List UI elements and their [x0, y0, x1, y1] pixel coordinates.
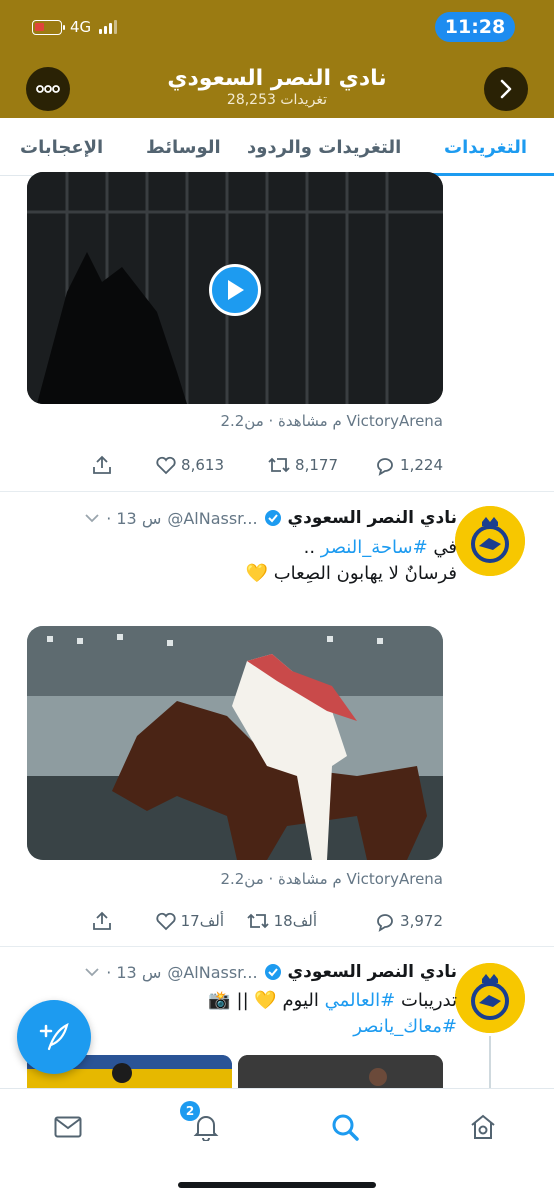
play-icon: [228, 280, 244, 300]
tweet-text: فرسانٌ لا يهابون الصِعاب 💛: [245, 563, 457, 584]
club-logo-icon: [455, 506, 525, 576]
author-name[interactable]: نادي النصر السعودي: [288, 508, 457, 528]
tweet-divider: [0, 491, 554, 492]
profile-name: نادي النصر السعودي: [167, 66, 387, 91]
tweet2-text: في #ساحة_النصر .. فرسانٌ لا يهابون الصِع…: [37, 535, 457, 587]
reply-icon: [377, 458, 393, 476]
profile-tabs: التغريدات التغريدات والردود الوسائط الإع…: [0, 118, 554, 176]
hashtag-link[interactable]: #معاك_يانصر: [353, 1016, 457, 1037]
status-time: 11:28: [435, 12, 515, 42]
verified-icon: [264, 510, 281, 526]
search-tab[interactable]: [325, 1107, 365, 1147]
photo-thumbnail: [238, 1055, 443, 1088]
tweet1-actions: 1,224 8,177 8,613: [27, 454, 443, 480]
tweet-divider: [0, 946, 554, 947]
retweet-icon: [268, 457, 290, 473]
thread-line: [489, 1036, 491, 1088]
tweet3-text: تدريبات #العالمي اليوم 💛 || 📸 #معاك_يانص…: [37, 988, 457, 1040]
network-label: 4G: [70, 18, 92, 36]
tab-tweets[interactable]: التغريدات: [444, 118, 527, 176]
signal-icon: [99, 20, 118, 34]
author-handle[interactable]: @AlNassr...: [167, 509, 257, 528]
author-name[interactable]: نادي النصر السعودي: [288, 962, 457, 982]
tweet3-photo[interactable]: [238, 1055, 443, 1088]
reply-count: 3,972: [400, 912, 443, 930]
tab-media[interactable]: الوسائط: [146, 118, 221, 176]
reply-count: 1,224: [400, 456, 443, 474]
tweet3-header: نادي النصر السعودي @AlNassr... · 13 س: [27, 962, 457, 982]
search-icon: [332, 1114, 359, 1141]
hashtag-link[interactable]: #العالمي: [325, 990, 396, 1011]
tab-tweets-replies[interactable]: التغريدات والردود: [247, 118, 401, 176]
reply-button[interactable]: 1,224: [374, 454, 443, 476]
retweet-button[interactable]: 18ألف: [246, 910, 317, 932]
tab-likes[interactable]: الإعجابات: [20, 118, 103, 176]
video-thumbnail: [27, 626, 443, 860]
tweet2-header: نادي النصر السعودي @AlNassr... · 13 س: [27, 508, 457, 528]
share-button[interactable]: [91, 910, 113, 932]
verified-icon: [264, 964, 281, 980]
heart-icon: [156, 456, 176, 475]
compose-tweet-button[interactable]: [17, 1000, 91, 1074]
tweet2-views: 2.2م مشاهدة · من VictoryArena: [220, 870, 443, 888]
back-button[interactable]: [484, 67, 528, 111]
home-tab[interactable]: [463, 1107, 503, 1147]
chevron-down-icon[interactable]: [84, 512, 100, 524]
profile-header: 4G 11:28 نادي النصر السعودي 28,253 تغريد…: [0, 0, 554, 118]
tweet-text: في: [427, 537, 457, 558]
hashtag-link[interactable]: #ساحة_النصر: [321, 537, 428, 558]
back-arrow-icon: [500, 79, 512, 99]
tweet2-video[interactable]: [27, 626, 443, 860]
more-icon: [36, 85, 60, 93]
mail-icon: [54, 1116, 82, 1138]
tweet-text: اليوم 💛 || 📸: [208, 990, 325, 1011]
home-indicator: [178, 1182, 376, 1188]
heart-icon: [156, 912, 176, 931]
share-icon: [93, 911, 111, 930]
tweet-time: · 13 س: [106, 508, 162, 528]
like-button[interactable]: 8,613: [155, 454, 224, 476]
retweet-button[interactable]: 8,177: [267, 454, 338, 476]
more-button[interactable]: [26, 67, 70, 111]
reply-button[interactable]: 3,972: [374, 910, 443, 932]
status-bar-left: 4G: [32, 18, 118, 36]
tweet-time: · 13 س: [106, 962, 162, 982]
tweet-count: 28,253 تغريدات: [226, 92, 328, 108]
reply-icon: [377, 914, 393, 932]
play-button[interactable]: [209, 264, 261, 316]
avatar[interactable]: [455, 963, 525, 1033]
tweet-text: ..: [303, 537, 321, 558]
compose-icon: [39, 1023, 69, 1051]
notifications-badge: 2: [180, 1101, 200, 1121]
retweet-icon: [247, 913, 269, 929]
retweet-count: 8,177: [295, 456, 338, 474]
battery-icon: [32, 19, 65, 35]
chevron-down-icon[interactable]: [84, 966, 100, 978]
retweet-count: 18ألف: [273, 912, 317, 930]
tweet2-actions: 3,972 18ألف 17ألف: [27, 910, 443, 936]
club-logo-icon: [455, 963, 525, 1033]
home-icon: [471, 1114, 495, 1139]
tweet-text: تدريبات: [395, 990, 457, 1011]
share-icon: [93, 455, 111, 474]
author-handle[interactable]: @AlNassr...: [167, 963, 257, 982]
share-button[interactable]: [91, 454, 113, 476]
tweet1-views: 2.2م مشاهدة · من VictoryArena: [220, 412, 443, 430]
avatar[interactable]: [455, 506, 525, 576]
tweet1-video[interactable]: [27, 172, 443, 404]
like-button[interactable]: 17ألف: [155, 910, 224, 932]
like-count: 17ألف: [180, 912, 224, 930]
active-tab-indicator: [424, 173, 554, 176]
messages-tab[interactable]: [48, 1107, 88, 1147]
like-count: 8,613: [181, 456, 224, 474]
